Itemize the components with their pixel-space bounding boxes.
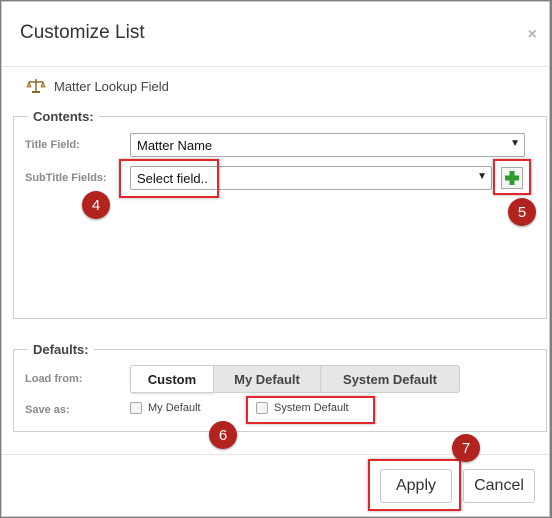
highlight-add-button: [493, 159, 531, 195]
chevron-down-icon: ▼: [510, 138, 520, 149]
subtitle-fields-label: SubTitle Fields:: [25, 172, 107, 184]
dialog-subtitle: Matter Lookup Field: [26, 78, 169, 94]
scales-icon: [26, 79, 46, 93]
save-my-default-option[interactable]: My Default: [130, 402, 201, 414]
annotation-badge-5: 5: [508, 198, 536, 226]
load-option-system-default[interactable]: System Default: [321, 365, 460, 393]
cancel-button[interactable]: Cancel: [463, 469, 535, 503]
save-my-default-label: My Default: [148, 402, 201, 414]
save-as-label: Save as:: [25, 404, 70, 416]
checkbox[interactable]: [130, 402, 142, 414]
highlight-subtitle-select: [119, 159, 219, 198]
subtitle-text: Matter Lookup Field: [54, 78, 169, 94]
highlight-apply-button: [368, 459, 461, 511]
annotation-badge-6: 6: [209, 421, 237, 449]
dialog-header: Customize List ×: [2, 2, 549, 67]
load-option-my-default[interactable]: My Default: [214, 365, 321, 393]
title-field-value: Matter Name: [137, 138, 213, 153]
defaults-legend: Defaults:: [33, 342, 89, 357]
annotation-badge-4: 4: [82, 191, 110, 219]
load-from-segmented-control: Custom My Default System Default: [130, 365, 460, 393]
close-icon[interactable]: ×: [528, 26, 537, 44]
contents-legend: Contents:: [33, 109, 94, 124]
title-field-select[interactable]: Matter Name ▼: [130, 133, 525, 157]
load-option-custom[interactable]: Custom: [130, 365, 214, 393]
customize-list-dialog: Customize List × Matter Lookup Field Con…: [1, 1, 550, 517]
chevron-down-icon: ▼: [477, 171, 487, 182]
dialog-title: Customize List: [20, 22, 145, 43]
highlight-system-default: [246, 396, 375, 424]
load-from-label: Load from:: [25, 373, 83, 385]
annotation-badge-7: 7: [452, 434, 480, 462]
title-field-label: Title Field:: [25, 139, 80, 151]
